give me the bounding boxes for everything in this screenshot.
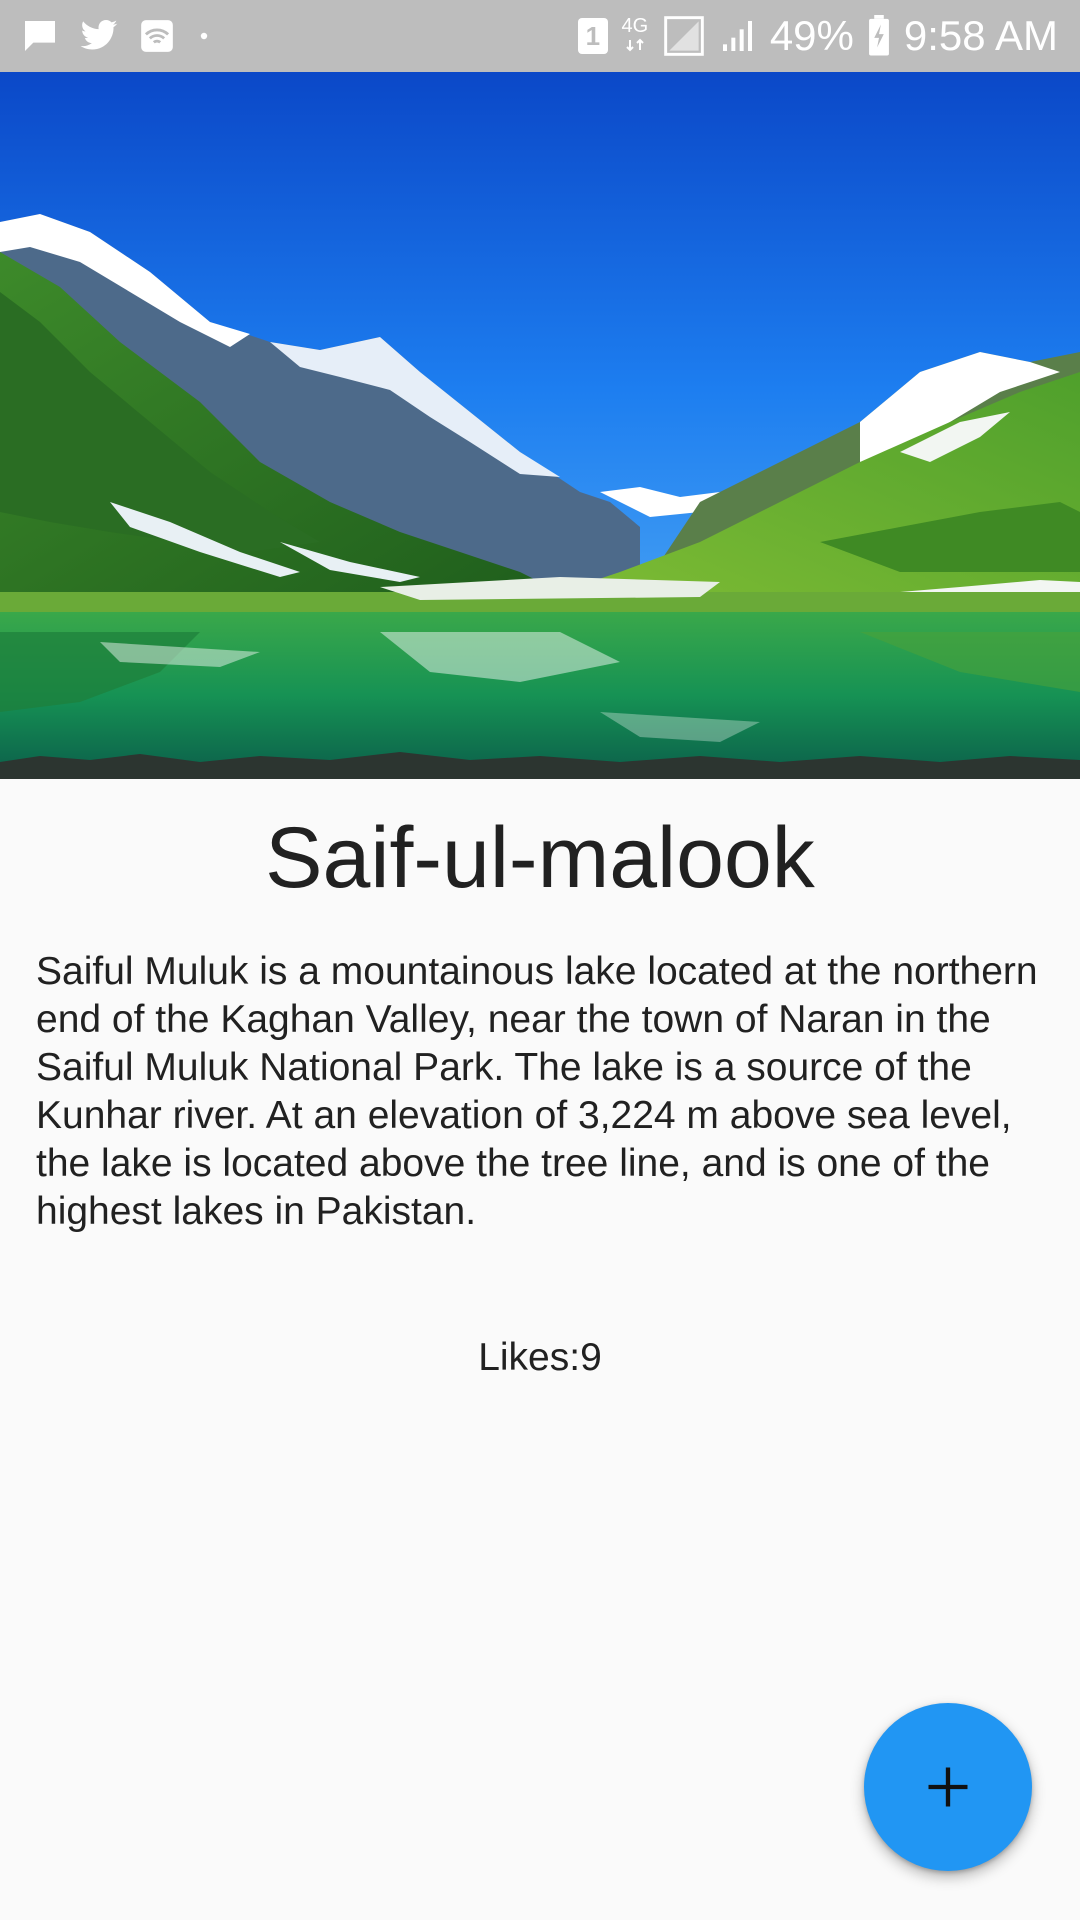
signal-icon bbox=[718, 16, 758, 56]
status-bar-notifications bbox=[20, 0, 214, 72]
plus-icon bbox=[922, 1761, 974, 1813]
hero-image bbox=[0, 72, 1080, 779]
battery-charging-icon bbox=[866, 15, 892, 57]
status-time: 9:58 AM bbox=[903, 12, 1058, 59]
place-description: Saiful Muluk is a mountainous lake locat… bbox=[36, 950, 1038, 1233]
twitter-icon bbox=[78, 16, 120, 56]
battery-percent: 49% bbox=[769, 12, 854, 59]
wifi-call-icon bbox=[138, 17, 176, 55]
signal-icon bbox=[662, 14, 706, 58]
place-title: Saif-ul-malook bbox=[265, 810, 815, 906]
network-type-label: 4G bbox=[621, 15, 649, 37]
network-4g-icon: 4G bbox=[620, 16, 650, 56]
status-bar: 1 4G 49% 9:58 AM bbox=[0, 0, 1080, 72]
message-icon bbox=[20, 16, 60, 56]
status-bar-system: 1 4G 49% 9:58 AM bbox=[577, 0, 1058, 72]
likes-count: Likes:9 bbox=[478, 1336, 602, 1379]
dot-icon bbox=[194, 26, 214, 46]
sim-icon: 1 bbox=[577, 18, 608, 54]
mountain-lake-photo bbox=[0, 72, 1080, 779]
add-like-button[interactable] bbox=[864, 1703, 1032, 1871]
